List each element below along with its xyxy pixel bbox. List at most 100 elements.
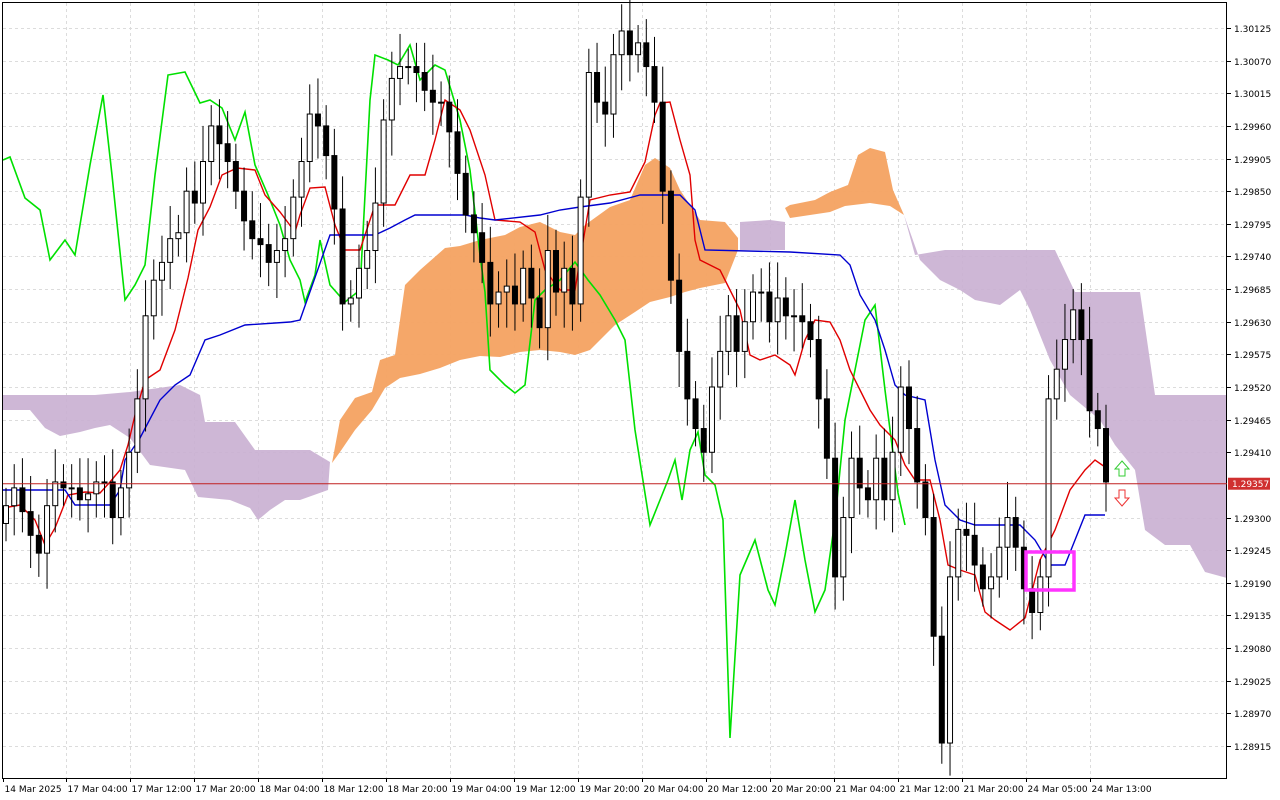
candle-bullish <box>585 72 592 198</box>
candle-bullish <box>1037 576 1044 613</box>
candle-bearish <box>536 297 543 329</box>
y-tick-label: 1.29025 <box>1234 678 1271 688</box>
candle-bullish <box>158 261 165 281</box>
candle-bearish <box>60 481 67 489</box>
y-tick-label: 1.29685 <box>1234 286 1271 296</box>
candle-bearish <box>109 481 116 519</box>
candle-bearish <box>76 487 83 501</box>
x-tick-label: 17 Mar 20:00 <box>196 785 256 795</box>
candle-bullish <box>3 505 9 524</box>
y-tick-label: 1.29465 <box>1234 417 1271 427</box>
candle-bullish <box>397 66 404 79</box>
current-price-label: 1.29357 <box>1232 480 1269 490</box>
candle-bearish <box>511 285 518 305</box>
candle-bearish <box>922 481 929 519</box>
kumo-bullish-2 <box>785 148 904 218</box>
candle-bearish <box>1094 410 1101 430</box>
candle-bullish <box>503 285 510 293</box>
candle-bearish <box>938 635 945 744</box>
arrow-up-icon <box>1113 460 1131 477</box>
candle-bullish <box>85 493 92 501</box>
candle-bullish <box>298 161 305 198</box>
candle-bearish <box>971 534 978 566</box>
price-chart[interactable]: 1.30125 1.30070 1.30015 1.29960 1.29905 1.298… <box>0 0 1280 800</box>
candle-bearish <box>1012 517 1019 548</box>
candle-bearish <box>454 131 461 174</box>
candle-bullish <box>947 576 954 744</box>
candle-bearish <box>799 315 806 323</box>
candle-bullish <box>635 42 642 56</box>
candle-bullish <box>11 487 18 507</box>
candle-bullish <box>117 487 124 519</box>
candle-bearish <box>241 190 248 222</box>
candle-bullish <box>561 267 568 293</box>
x-tick-label: 20 Mar 12:00 <box>708 785 768 795</box>
candle-bearish <box>963 528 970 536</box>
candle-bearish <box>479 232 486 263</box>
candle-bearish <box>643 42 650 68</box>
y-tick-label: 1.30125 <box>1234 25 1271 35</box>
candle-bearish <box>815 339 822 400</box>
candle-bullish <box>708 386 715 453</box>
candle-bearish <box>651 66 658 103</box>
candle-bearish <box>782 297 789 317</box>
y-tick-label: 1.29300 <box>1234 515 1271 525</box>
candle-bearish <box>19 487 26 513</box>
candle-bullish <box>996 546 1003 578</box>
arrow-down-icon <box>1113 489 1131 507</box>
candle-bearish <box>930 517 937 637</box>
price-axis[interactable]: 1.30125 1.30070 1.30015 1.29960 1.29905 1.298… <box>1227 25 1271 753</box>
candle-bullish <box>791 315 798 318</box>
y-tick-label: 1.29630 <box>1234 319 1271 329</box>
x-tick-label: 17 Mar 04:00 <box>68 785 128 795</box>
candle-bearish <box>667 190 674 281</box>
y-tick-label: 1.29905 <box>1234 156 1271 166</box>
candle-bearish <box>470 214 477 234</box>
candle-bearish <box>659 101 666 192</box>
y-tick-label: 1.29080 <box>1234 645 1271 655</box>
candle-bearish <box>429 89 436 103</box>
candle-bullish <box>380 119 387 204</box>
candle-bearish <box>528 267 535 299</box>
x-tick-label: 18 Mar 12:00 <box>324 785 384 795</box>
candle-bearish <box>314 113 321 127</box>
candle-bullish <box>347 297 354 305</box>
candle-bearish <box>1086 339 1093 412</box>
candle-bearish <box>692 398 699 430</box>
candle-bullish <box>1070 309 1077 341</box>
candle-bearish <box>914 428 921 483</box>
candle-bullish <box>183 190 190 234</box>
candle-bearish <box>413 66 420 74</box>
y-tick-label: 1.29135 <box>1234 612 1271 622</box>
candle-bearish <box>1029 588 1036 613</box>
x-tick-label: 21 Mar 12:00 <box>900 785 960 795</box>
time-axis[interactable]: 14 Mar 2025 17 Mar 04:00 17 Mar 12:00 17 Ma… <box>3 778 1152 795</box>
candle-bullish <box>988 576 995 590</box>
candle-bearish <box>331 155 338 210</box>
candle-bearish <box>676 279 683 352</box>
candle-bearish <box>35 534 42 554</box>
candle-bullish <box>142 315 149 400</box>
candle-bullish <box>68 487 75 490</box>
y-tick-label: 1.28915 <box>1234 743 1271 753</box>
candle-bearish <box>684 350 691 400</box>
candle-bearish <box>232 161 239 192</box>
candle-bearish <box>602 101 609 115</box>
candle-bearish <box>1103 428 1109 483</box>
candle-bearish <box>700 428 707 453</box>
candle-bullish <box>167 238 174 263</box>
candle-bullish <box>52 481 59 507</box>
candle-bearish <box>216 125 223 145</box>
candle-bearish <box>1078 309 1085 341</box>
candle-bullish <box>955 528 962 578</box>
candle-bullish <box>618 30 625 56</box>
y-tick-label: 1.29190 <box>1234 580 1271 590</box>
candle-bullish <box>840 517 847 578</box>
candle-bullish <box>520 267 527 305</box>
candle-bullish <box>750 291 757 323</box>
y-tick-label: 1.29520 <box>1234 384 1271 394</box>
candle-bearish <box>881 457 888 501</box>
kumo-bearish-mid <box>740 220 785 250</box>
candle-bullish <box>364 250 371 269</box>
candle-bullish <box>44 505 51 554</box>
